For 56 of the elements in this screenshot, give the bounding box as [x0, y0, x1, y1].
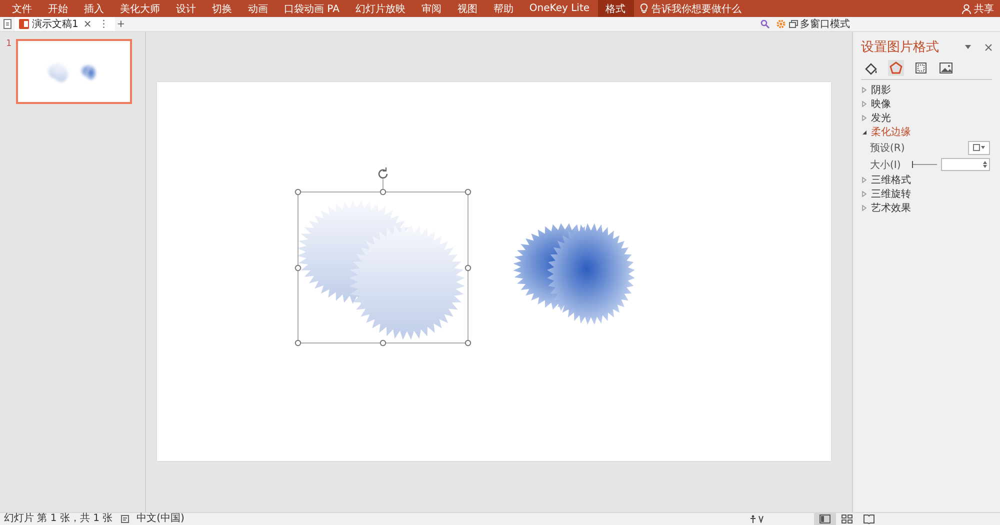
ribbon-tab[interactable]: 审阅 [413, 0, 450, 17]
windows-icon [789, 20, 798, 28]
grid-view-icon[interactable] [841, 514, 853, 524]
magnifier-icon[interactable] [760, 19, 770, 29]
ribbon-tab[interactable]: 美化大师 [112, 0, 168, 17]
pentagon-icon[interactable] [888, 60, 904, 76]
document-tab[interactable]: 演示文稿1 [32, 17, 78, 31]
ribbon-tab[interactable]: 设计 [168, 0, 204, 17]
tell-me-search[interactable]: 告诉我你想要做什么 [652, 2, 742, 16]
slide-count: 幻灯片 第 1 张，共 1 张 [4, 513, 113, 525]
close-icon[interactable] [985, 44, 992, 50]
ribbon-tab[interactable]: 口袋动画 PA [276, 0, 348, 17]
ribbon-tab[interactable]: OneKey Lite [521, 0, 598, 17]
preset-dropdown[interactable] [968, 140, 990, 154]
size-label: 大小(I) [870, 158, 902, 172]
ribbon-tab[interactable]: 插入 [76, 0, 112, 17]
ribbon-tab[interactable]: 幻灯片放映 [347, 0, 414, 17]
close-tab-button[interactable]: × [81, 18, 94, 30]
picture-icon[interactable] [938, 60, 954, 76]
dropdown-arrow-icon[interactable] [965, 45, 971, 49]
size-layout-icon[interactable] [913, 60, 929, 76]
share-button[interactable]: 共享 [962, 0, 994, 17]
new-tab-button[interactable]: + [114, 18, 128, 30]
caret-icon [981, 146, 985, 149]
tab-menu-button[interactable]: ⋮ [96, 18, 111, 30]
section-header[interactable]: 发光 [861, 111, 992, 125]
size-spin-field[interactable] [941, 158, 990, 171]
section-header[interactable]: 映像 [861, 97, 992, 111]
section-header[interactable]: 柔化边缘 [861, 125, 992, 139]
ribbon-tab[interactable]: 帮助 [485, 0, 522, 17]
square-icon [973, 144, 980, 151]
rotate-handle-icon[interactable] [378, 168, 388, 190]
section-header[interactable]: 阴影 [861, 83, 992, 97]
ribbon-tab[interactable]: 开始 [40, 0, 76, 17]
language-status[interactable]: 中文(中国) [136, 513, 184, 525]
person-icon [962, 4, 971, 14]
ribbon-tab[interactable]: 视图 [449, 0, 486, 17]
section-header[interactable]: 三维格式 [861, 173, 992, 187]
multi-window-button[interactable]: 多窗口模式 [789, 17, 850, 31]
notes-icon[interactable] [120, 515, 129, 523]
ribbon-tab[interactable]: 切换 [204, 0, 240, 17]
section-header[interactable]: 三维旋转 [861, 187, 992, 201]
spinner-arrows-icon [983, 161, 988, 168]
normal-view-icon[interactable] [819, 514, 831, 524]
slide-number: 1 [6, 39, 12, 51]
slide-thumbnail[interactable] [16, 39, 132, 104]
page-icon[interactable] [3, 19, 12, 29]
ribbon-tab[interactable]: 动画 [240, 0, 276, 17]
panel-title: 设置图片格式 [861, 39, 940, 56]
ribbon-tab[interactable]: 格式 [598, 0, 634, 17]
spiky-burst-picture[interactable] [513, 223, 635, 325]
section-header[interactable]: 艺术效果 [861, 201, 992, 215]
book-view-icon[interactable] [863, 514, 875, 524]
lightbulb-icon [640, 3, 648, 14]
preset-label: 预设(R) [870, 142, 906, 154]
ribbon-tab[interactable]: 文件 [4, 0, 40, 17]
